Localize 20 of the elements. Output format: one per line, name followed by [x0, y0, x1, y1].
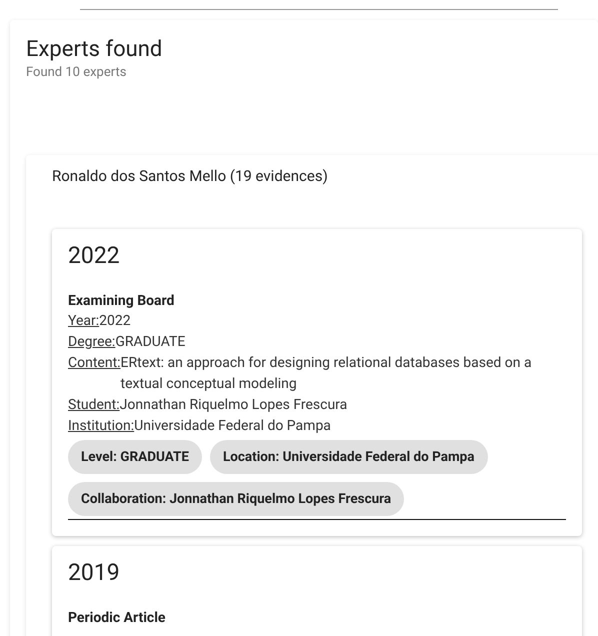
expert-name: Ronaldo dos Santos Mello (19 evidences) [52, 166, 329, 187]
field-label: Student: [68, 396, 120, 415]
field-label: Year: [68, 312, 100, 331]
tag-chip: Location: Universidade Federal do Pampa [210, 440, 488, 474]
results-title: Experts found [26, 36, 164, 64]
field-label: Institution: [68, 417, 134, 436]
results-count: Found 10 experts [26, 64, 128, 82]
evidence-year: 2019 [68, 558, 121, 588]
evidence-type: Periodic Article [68, 609, 166, 628]
evidence-year: 2022 [68, 241, 121, 271]
tag-chip: Collaboration: Jonnathan Riquelmo Lopes Frescura [68, 482, 404, 516]
field-label: Content: [68, 354, 121, 373]
field-label: Degree: [68, 333, 116, 352]
evidence-type: Examining Board [68, 292, 176, 311]
field-value: GRADUATE [115, 333, 186, 352]
field-value: 2022 [99, 312, 132, 331]
field-value: ERtext: an approach for designing relational databases based on a textual conceptual modeling [120, 354, 533, 394]
tag-chip: Level: GRADUATE [68, 440, 202, 474]
field-value: Universidade Federal do Pampa [134, 417, 332, 436]
field-value: Jonnathan Riquelmo Lopes Frescura [120, 396, 348, 415]
